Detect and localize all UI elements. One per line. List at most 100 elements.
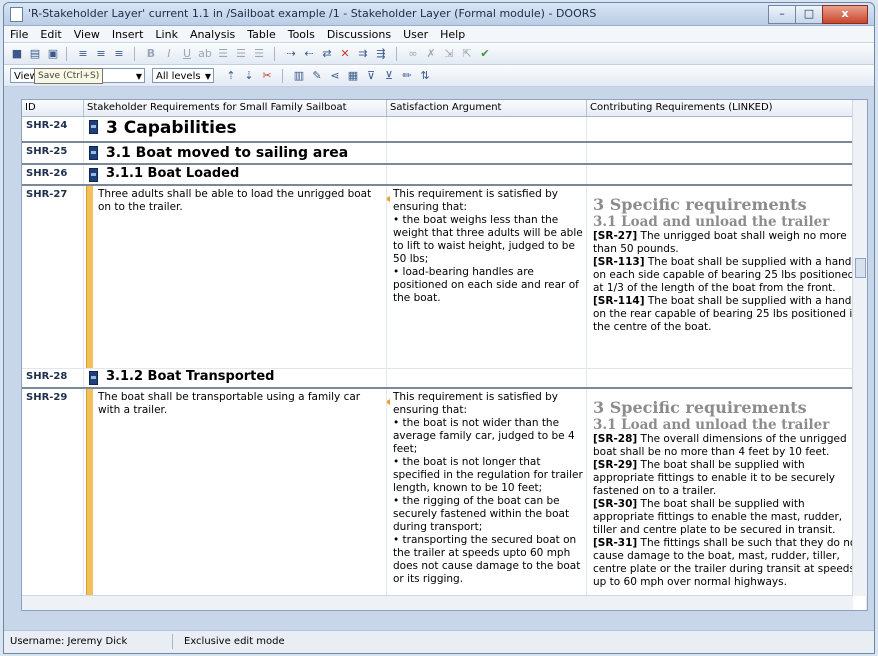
menu-edit[interactable]: Edit xyxy=(34,26,67,42)
menu-insert[interactable]: Insert xyxy=(106,26,150,42)
column-header-id[interactable]: ID xyxy=(22,100,84,116)
object-id: SHR-25 xyxy=(22,143,84,163)
table-icon[interactable]: ▦ xyxy=(346,69,360,83)
link-start-icon[interactable]: ⇢ xyxy=(284,47,298,61)
requirement-text[interactable]: Three adults shall be able to load the u… xyxy=(84,186,386,214)
link-indicator-icon[interactable] xyxy=(387,196,390,202)
column-header-satisfaction[interactable]: Satisfaction Argument xyxy=(387,100,587,116)
insert-after-icon[interactable]: ≡ xyxy=(112,47,126,61)
script-icon[interactable]: ✏ xyxy=(400,69,414,83)
horizontal-scrollbar[interactable] xyxy=(22,595,853,610)
menu-table[interactable]: Table xyxy=(241,26,281,42)
filter-icon[interactable]: ⊽ xyxy=(364,69,378,83)
menu-tools[interactable]: Tools xyxy=(282,26,321,42)
column-header-contributing[interactable]: Contributing Requirements (LINKED) xyxy=(587,100,853,116)
heading-text[interactable]: 3.1.2 Boat Transported xyxy=(84,368,386,386)
menu-discussions[interactable]: Discussions xyxy=(321,26,397,42)
column-header-text[interactable]: Stakeholder Requirements for Small Famil… xyxy=(84,100,387,116)
bold-icon[interactable]: B xyxy=(144,47,158,61)
link-follow-icon[interactable]: ∞ xyxy=(406,47,420,61)
linked-heading: 3 Specific requirements xyxy=(593,195,807,214)
requirements-grid: ID Stakeholder Requirements for Small Fa… xyxy=(21,99,868,611)
delete-link-icon[interactable]: ✕ xyxy=(338,47,352,61)
underline-icon[interactable]: U xyxy=(180,47,194,61)
table-row[interactable]: SHR-27 Three adults shall be able to loa… xyxy=(22,186,867,369)
table-row[interactable]: SHR-28 3.1.2 Boat Transported xyxy=(22,368,867,389)
outdent-icon[interactable]: ☰ xyxy=(252,47,266,61)
maximize-button[interactable]: □ xyxy=(795,5,823,24)
heading-text[interactable]: 3.1 Boat moved to sailing area xyxy=(84,143,386,163)
level-up-icon[interactable]: ⇡ xyxy=(224,69,238,83)
link-refresh-icon[interactable]: ✔ xyxy=(478,47,492,61)
requirement-text[interactable]: The boat shall be transportable using a … xyxy=(84,389,386,417)
linked-subheading: 3.1 Load and unload the trailer xyxy=(593,417,830,433)
link-target-icon[interactable]: ⇶ xyxy=(374,47,388,61)
sort-icon[interactable]: ⇅ xyxy=(418,69,432,83)
scroll-thumb[interactable] xyxy=(855,258,866,278)
link-source-icon[interactable]: ⇉ xyxy=(356,47,370,61)
satisfaction-argument[interactable]: This requirement is satisfied by ensurin… xyxy=(387,186,586,305)
properties-icon[interactable]: ▣ xyxy=(46,47,60,61)
title-bar[interactable]: 'R-Stakeholder Layer' current 1.1 in /Sa… xyxy=(4,3,874,26)
heading-icon xyxy=(89,168,98,182)
link-end-icon[interactable]: ⇠ xyxy=(302,47,316,61)
save-icon[interactable]: ■ xyxy=(10,47,24,61)
link-create-icon[interactable]: ⇄ xyxy=(320,47,334,61)
link-indicator-icon[interactable] xyxy=(387,399,390,405)
levels-select-value: All levels xyxy=(156,71,201,82)
change-bar xyxy=(86,389,93,610)
vertical-scrollbar[interactable] xyxy=(852,100,867,596)
formatting-toolbar: ■ ▤ ▣ ≡ ≡ ≡ B I U ab ☰ ☰ ☰ ⇢ ⇠ ⇄ ✕ ⇉ ⇶ ∞… xyxy=(4,43,874,65)
strikethrough-icon[interactable]: ab xyxy=(198,47,212,61)
filter-advanced-icon[interactable]: ⊻ xyxy=(382,69,396,83)
linked-heading: 3 Specific requirements xyxy=(593,398,807,417)
object-id: SHR-24 xyxy=(22,117,84,141)
doors-window: 'R-Stakeholder Layer' current 1.1 in /Sa… xyxy=(3,2,875,654)
chevron-down-icon: ▼ xyxy=(204,72,211,81)
insert-heading-icon[interactable]: ≡ xyxy=(76,47,90,61)
module-icon xyxy=(10,7,23,22)
status-edit-mode: Exclusive edit mode xyxy=(184,636,285,647)
menu-link[interactable]: Link xyxy=(149,26,184,42)
object-id: SHR-29 xyxy=(22,389,84,610)
table-row[interactable]: SHR-24 3 Capabilities xyxy=(22,117,867,143)
chevron-down-icon: ▼ xyxy=(135,72,142,81)
table-row[interactable]: SHR-29 The boat shall be transportable u… xyxy=(22,389,867,610)
minimize-button[interactable]: – xyxy=(768,5,796,24)
menu-help[interactable]: Help xyxy=(434,26,471,42)
menu-analysis[interactable]: Analysis xyxy=(184,26,241,42)
bullet-list-icon[interactable]: ☰ xyxy=(216,47,230,61)
menu-view[interactable]: View xyxy=(68,26,106,42)
menu-file[interactable]: File xyxy=(4,26,34,42)
insert-below-icon[interactable]: ≡ xyxy=(94,47,108,61)
levels-select[interactable]: All levels ▼ xyxy=(152,68,214,83)
object-id: SHR-28 xyxy=(22,368,84,387)
heading-text[interactable]: 3 Capabilities xyxy=(84,117,386,139)
print-icon[interactable]: ▤ xyxy=(28,47,42,61)
satisfaction-argument[interactable]: This requirement is satisfied by ensurin… xyxy=(387,389,586,586)
close-button[interactable]: x xyxy=(822,5,868,24)
insert-column-icon[interactable]: ▥ xyxy=(292,69,306,83)
link-remove-icon[interactable]: ✗ xyxy=(424,47,438,61)
indent-icon[interactable]: ☰ xyxy=(234,47,248,61)
link-in-icon[interactable]: ⇲ xyxy=(442,47,456,61)
level-down-icon[interactable]: ⇣ xyxy=(242,69,256,83)
heading-icon xyxy=(89,120,98,134)
column-header-row: ID Stakeholder Requirements for Small Fa… xyxy=(22,100,867,117)
linked-requirements[interactable]: [SR-27] The unrigged boat shall weigh no… xyxy=(587,230,866,334)
table-row[interactable]: SHR-25 3.1 Boat moved to sailing area xyxy=(22,143,867,165)
linked-requirements[interactable]: [SR-28] The overall dimensions of the un… xyxy=(587,433,866,589)
split-icon[interactable]: ⋖ xyxy=(328,69,342,83)
table-row[interactable]: SHR-26 3.1.1 Boat Loaded xyxy=(22,165,867,186)
delete-object-icon[interactable]: ✂ xyxy=(260,69,274,83)
menu-user[interactable]: User xyxy=(397,26,434,42)
heading-text[interactable]: 3.1.1 Boat Loaded xyxy=(84,165,386,183)
save-tooltip: Save (Ctrl+S) xyxy=(34,68,104,84)
change-bar xyxy=(86,186,93,368)
edit-column-icon[interactable]: ✎ xyxy=(310,69,324,83)
status-bar: Username: Jeremy Dick Exclusive edit mod… xyxy=(4,630,874,653)
link-out-icon[interactable]: ⇱ xyxy=(460,47,474,61)
menu-bar: File Edit View Insert Link Analysis Tabl… xyxy=(4,26,874,42)
italic-icon[interactable]: I xyxy=(162,47,176,61)
heading-icon xyxy=(89,371,98,385)
